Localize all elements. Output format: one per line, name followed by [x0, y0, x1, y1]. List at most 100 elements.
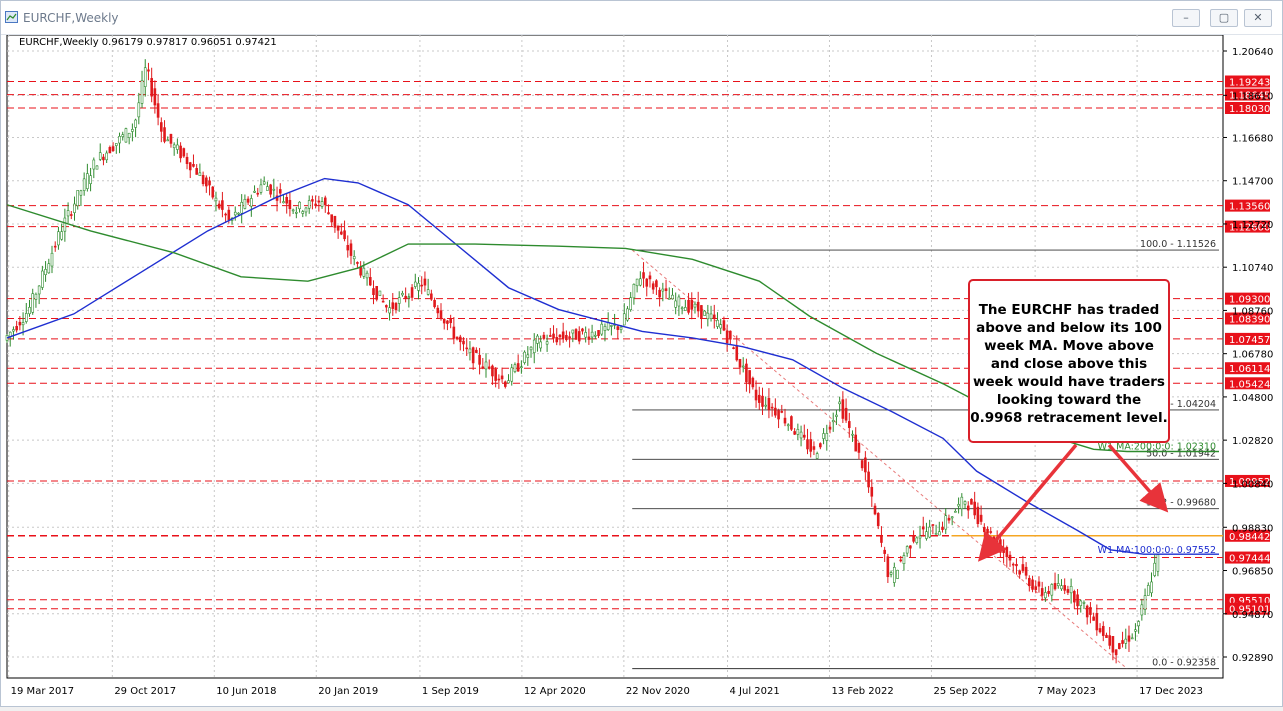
candle-body — [883, 549, 886, 554]
candle-body — [266, 186, 269, 191]
candle-body — [835, 414, 838, 417]
minimize-button[interactable]: – — [1172, 9, 1200, 27]
candle-body — [664, 288, 668, 291]
candle-body — [1021, 564, 1025, 572]
x-tick-label: 19 Mar 2017 — [11, 686, 74, 697]
candle-body — [793, 431, 796, 435]
candle-body — [973, 501, 976, 516]
candle-body — [632, 284, 636, 299]
candle-body — [957, 504, 960, 507]
candle-body — [385, 305, 388, 308]
candle-body — [330, 214, 334, 223]
candle-body — [227, 209, 231, 221]
candle-body — [1105, 634, 1108, 638]
candle-body — [1031, 579, 1034, 590]
candle-body — [500, 375, 504, 380]
candle-body — [1069, 586, 1073, 594]
close-button[interactable]: ✕ — [1244, 9, 1272, 27]
candle-body — [320, 201, 324, 207]
chart-area[interactable]: 1.19243 1.18645 1.18030 1.13560 1.12600 1.093… — [1, 34, 1282, 707]
candle-body — [886, 556, 890, 578]
candle-body — [108, 147, 112, 154]
candle-body — [1143, 595, 1147, 610]
candle-body — [999, 539, 1002, 553]
candle-body — [346, 245, 350, 251]
y-tick-label: 0.94870 — [1232, 610, 1273, 621]
fib-level-label: 0.0 - 0.92358 — [1152, 658, 1216, 669]
candle-body — [111, 146, 115, 152]
candle-body — [568, 336, 571, 338]
candle-body — [298, 201, 301, 210]
candle-body — [349, 243, 353, 256]
candle-body — [188, 162, 192, 171]
candle-body — [622, 313, 626, 326]
candle-body — [192, 164, 195, 167]
candle-body — [552, 333, 555, 339]
candle-body — [391, 302, 395, 309]
candle-body — [352, 256, 356, 260]
candle-body — [478, 354, 481, 365]
candle-body — [928, 526, 931, 538]
level-price-label: 0.97444 — [1229, 554, 1270, 565]
candle-body — [1008, 554, 1012, 561]
candle-body — [1076, 594, 1079, 607]
candle-body — [446, 320, 449, 324]
candle-body — [140, 80, 144, 104]
candle-body — [655, 280, 658, 288]
candle-body — [1140, 604, 1144, 616]
candle-body — [687, 299, 690, 313]
candle-body — [529, 346, 533, 351]
y-tick-label: 0.98830 — [1232, 523, 1273, 534]
candle-body — [1146, 585, 1150, 596]
candle-body — [153, 88, 157, 106]
candle-body — [311, 199, 314, 202]
candle-body — [860, 460, 864, 469]
candle-body — [1114, 649, 1118, 656]
candle-body — [719, 324, 722, 329]
candle-body — [1024, 566, 1028, 576]
candle-body — [121, 134, 125, 137]
candle-body — [53, 245, 57, 248]
candle-body — [259, 184, 263, 193]
candle-body — [931, 524, 935, 526]
candle-body — [439, 310, 443, 320]
candle-body — [288, 199, 292, 210]
candle-body — [934, 532, 938, 535]
x-tick-label: 17 Dec 2023 — [1139, 686, 1203, 697]
y-tick-label: 0.92890 — [1232, 653, 1273, 664]
candle-body — [610, 325, 613, 327]
candle-body — [526, 354, 530, 358]
y-tick-label: 1.14700 — [1232, 177, 1273, 188]
maximize-button[interactable]: ▢ — [1210, 9, 1238, 27]
candle-body — [160, 122, 163, 132]
y-tick-label: 1.10740 — [1232, 263, 1273, 274]
price-chart[interactable]: 1.192431.186451.180301.135601.126001.093… — [1, 34, 1282, 707]
candle-body — [828, 426, 832, 430]
annotation-text-line: 0.9968 retracement level. — [970, 410, 1167, 426]
candle-body — [597, 330, 600, 337]
candle-body — [262, 181, 266, 185]
candle-body — [925, 531, 928, 539]
candle-body — [799, 431, 803, 439]
candle-body — [1130, 637, 1134, 640]
candle-body — [905, 546, 909, 554]
candle-body — [941, 526, 944, 530]
candle-body — [1150, 581, 1153, 594]
candle-body — [1118, 643, 1121, 649]
candle-body — [307, 200, 311, 209]
annotation-text-line: above and below its 100 — [976, 320, 1162, 336]
candle-body — [767, 397, 771, 411]
candle-body — [587, 336, 591, 340]
candle-body — [774, 407, 777, 416]
candle-body — [909, 545, 912, 549]
y-tick-label: 0.96850 — [1232, 567, 1273, 578]
candle-body — [889, 572, 893, 575]
candle-body — [295, 211, 298, 214]
title-bar[interactable]: EURCHF,Weekly – ▢ ✕ — [1, 1, 1282, 35]
candle-body — [105, 152, 108, 161]
candle-body — [790, 416, 793, 430]
level-price-label: 1.06114 — [1229, 364, 1270, 375]
candle-body — [1085, 605, 1089, 618]
candle-body — [616, 326, 620, 330]
candle-body — [703, 310, 706, 316]
